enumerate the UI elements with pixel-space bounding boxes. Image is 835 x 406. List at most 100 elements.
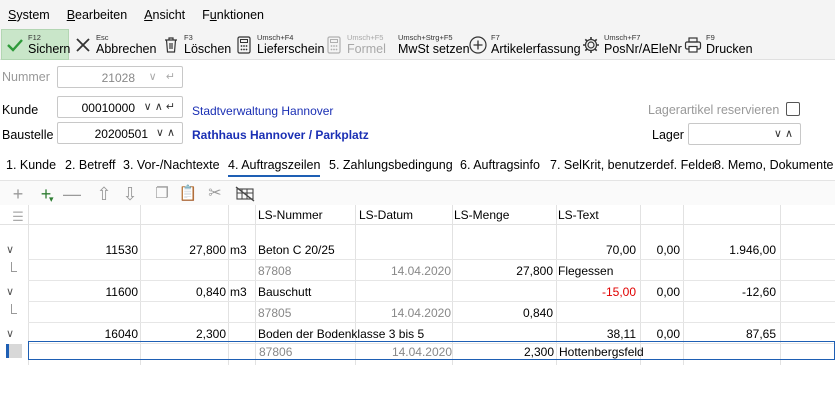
baustelle-name-link[interactable]: Rathhaus Hannover / Parkplatz bbox=[192, 128, 369, 142]
tree-connector bbox=[11, 262, 17, 272]
header-ls-menge: LS-Menge bbox=[454, 208, 510, 222]
price-cell: 38,11 bbox=[606, 327, 636, 341]
table-row-selected[interactable]: 87806 14.04.2020 2,300 Hottenbergsfeld bbox=[28, 341, 835, 360]
collapse-chevron-icon[interactable]: ∨ bbox=[6, 327, 14, 340]
ls-nummer-cell: 87805 bbox=[258, 306, 292, 320]
nummer-label: Nummer bbox=[2, 70, 50, 84]
article-cell: 16040 bbox=[104, 327, 138, 341]
tab-vor-nachtexte[interactable]: 3. Vor-/Nachtexte bbox=[123, 158, 220, 172]
print-button[interactable]: F9 Drucken bbox=[683, 29, 753, 60]
header-ls-text: LS-Text bbox=[558, 208, 599, 222]
price-cell: 70,00 bbox=[605, 243, 636, 257]
article-cell: 11530 bbox=[105, 243, 138, 257]
baustelle-field[interactable]: 20200501 ∨∧ bbox=[57, 122, 183, 144]
kunde-field[interactable]: 00010000 ∨∧↵ bbox=[57, 96, 183, 118]
ls-text-cell: Hottenbergsfeld bbox=[559, 345, 644, 359]
article-entry-button[interactable]: F7 Artikelerfassung bbox=[468, 29, 581, 60]
calculator-icon bbox=[234, 35, 254, 55]
plus-circle-icon bbox=[468, 35, 488, 55]
header-ls-datum: LS-Datum bbox=[359, 208, 414, 222]
cancel-key: Esc bbox=[96, 32, 109, 42]
tab-bar: 1. Kunde 2. Betreff 3. Vor-/Nachtexte 4.… bbox=[0, 154, 835, 178]
delete-key: F3 bbox=[184, 32, 193, 42]
print-label: Drucken bbox=[706, 42, 753, 56]
formula-label: Formel bbox=[347, 42, 386, 56]
save-label: Sichern bbox=[28, 42, 71, 56]
menu-funktionen[interactable]: Funktionen bbox=[202, 8, 264, 22]
tab-memo-dokumente[interactable]: 8. Memo, Dokumente bbox=[714, 158, 834, 172]
move-up-icon[interactable]: ⇧ bbox=[94, 184, 114, 204]
article-key: F7 bbox=[491, 32, 500, 42]
add-sub-icon[interactable]: + ▾ bbox=[36, 184, 56, 204]
posnr-label: PosNr/AEleNr bbox=[604, 42, 682, 56]
formula-button[interactable]: Umsch+F5 Formel bbox=[324, 29, 386, 60]
menu-system[interactable]: System bbox=[8, 8, 50, 22]
table-row[interactable]: 11600 0,840 m3 Bauschutt -15,00 0,00 -12… bbox=[28, 281, 835, 302]
posnr-button[interactable]: Umsch+F7 PosNr/AEleNr bbox=[581, 29, 682, 60]
printer-icon bbox=[683, 35, 703, 55]
calculator-disabled-icon bbox=[324, 35, 344, 55]
copy-icon[interactable]: ❐ bbox=[152, 184, 172, 204]
tab-kunde[interactable]: 1. Kunde bbox=[6, 158, 56, 172]
delivery-key: Umsch+F4 bbox=[257, 32, 294, 42]
baustelle-arrows-icon[interactable]: ∨∧ bbox=[156, 126, 178, 139]
hide-columns-icon[interactable] bbox=[235, 184, 255, 204]
trash-icon bbox=[161, 35, 181, 55]
tab-auftragsinfo[interactable]: 6. Auftragsinfo bbox=[460, 158, 540, 172]
delivery-label: Lieferschein bbox=[257, 42, 325, 56]
lagerartikel-label: Lagerartikel reservieren bbox=[648, 103, 780, 117]
lagerartikel-checkbox[interactable] bbox=[786, 102, 800, 116]
collapse-chevron-icon[interactable]: ∨ bbox=[6, 243, 14, 256]
menu-bearbeiten[interactable]: Bearbeiten bbox=[67, 8, 127, 22]
kunde-value: 00010000 bbox=[81, 101, 135, 115]
toolbar: F12 Sichern Esc Abbrechen F3 Löschen Umsch+… bbox=[0, 29, 835, 60]
remove-icon[interactable]: — bbox=[62, 184, 82, 204]
paste-icon[interactable]: 📋 bbox=[178, 184, 198, 204]
print-key: F9 bbox=[706, 32, 715, 42]
cut-icon[interactable]: ✂ bbox=[205, 184, 225, 204]
nummer-field[interactable]: 21028 ∨ ↵ bbox=[57, 66, 183, 88]
table-row[interactable]: 87805 14.04.2020 0,840 bbox=[28, 302, 835, 323]
unit-cell: m3 bbox=[230, 243, 247, 257]
vat-label: MwSt setzen bbox=[398, 42, 470, 56]
tab-zahlungsbedingung[interactable]: 5. Zahlungsbedingung bbox=[329, 158, 453, 172]
cancel-button[interactable]: Esc Abbrechen bbox=[73, 29, 156, 60]
delivery-note-button[interactable]: Umsch+F4 Lieferschein bbox=[234, 29, 324, 60]
article-cell: 11600 bbox=[105, 285, 138, 299]
row-selector-icon[interactable] bbox=[6, 344, 22, 358]
discount-cell: 0,00 bbox=[656, 327, 680, 341]
discount-cell: 0,00 bbox=[656, 285, 680, 299]
tab-auftragszeilen[interactable]: 4. Auftragszeilen bbox=[228, 158, 321, 177]
save-key: F12 bbox=[28, 32, 41, 42]
delete-button[interactable]: F3 Löschen bbox=[161, 29, 231, 60]
nummer-value: 21028 bbox=[101, 71, 135, 85]
menu-ansicht[interactable]: Ansicht bbox=[144, 8, 185, 22]
move-down-icon[interactable]: ⇩ bbox=[120, 184, 140, 204]
ls-datum-cell: 14.04.2020 bbox=[390, 306, 451, 320]
grid-header: ☰ LS-Nummer LS-Datum LS-Menge LS-Text bbox=[0, 205, 835, 225]
gear-icon bbox=[581, 35, 601, 55]
ls-menge-cell: 0,840 bbox=[522, 306, 553, 320]
lager-select[interactable]: ∨∧ bbox=[688, 123, 801, 145]
tab-betreff[interactable]: 2. Betreff bbox=[65, 158, 116, 172]
kunde-label: Kunde bbox=[2, 103, 39, 117]
collapse-chevron-icon[interactable]: ∨ bbox=[6, 285, 14, 298]
kunde-name-link[interactable]: Stadtverwaltung Hannover bbox=[192, 104, 333, 118]
list-icon[interactable]: ☰ bbox=[8, 207, 28, 227]
total-cell: 1.946,00 bbox=[729, 243, 776, 257]
tab-selkrit[interactable]: 7. SelKrit, benutzerdef. Felder bbox=[550, 158, 716, 172]
table-row[interactable]: 11530 27,800 m3 Beton C 20/25 70,00 0,00… bbox=[28, 239, 835, 260]
save-button[interactable]: F12 Sichern bbox=[1, 29, 71, 60]
cancel-label: Abbrechen bbox=[96, 42, 157, 56]
add-icon[interactable]: + bbox=[8, 184, 28, 204]
nummer-arrows-icon[interactable]: ∨ ↵ bbox=[149, 70, 178, 83]
table-row[interactable]: 87808 14.04.2020 27,800 Flegessen bbox=[28, 260, 835, 281]
lager-arrows-icon[interactable]: ∨∧ bbox=[774, 127, 796, 140]
ls-datum-cell: 14.04.2020 bbox=[391, 345, 452, 359]
posnr-key: Umsch+F7 bbox=[604, 32, 641, 42]
lager-label: Lager bbox=[652, 128, 684, 142]
discount-cell: 0,00 bbox=[656, 243, 680, 257]
vat-button[interactable]: Umsch+Strg+F5 MwSt setzen bbox=[398, 29, 470, 60]
kunde-arrows-icon[interactable]: ∨∧↵ bbox=[144, 100, 178, 113]
ls-menge-cell: 2,300 bbox=[523, 345, 554, 359]
